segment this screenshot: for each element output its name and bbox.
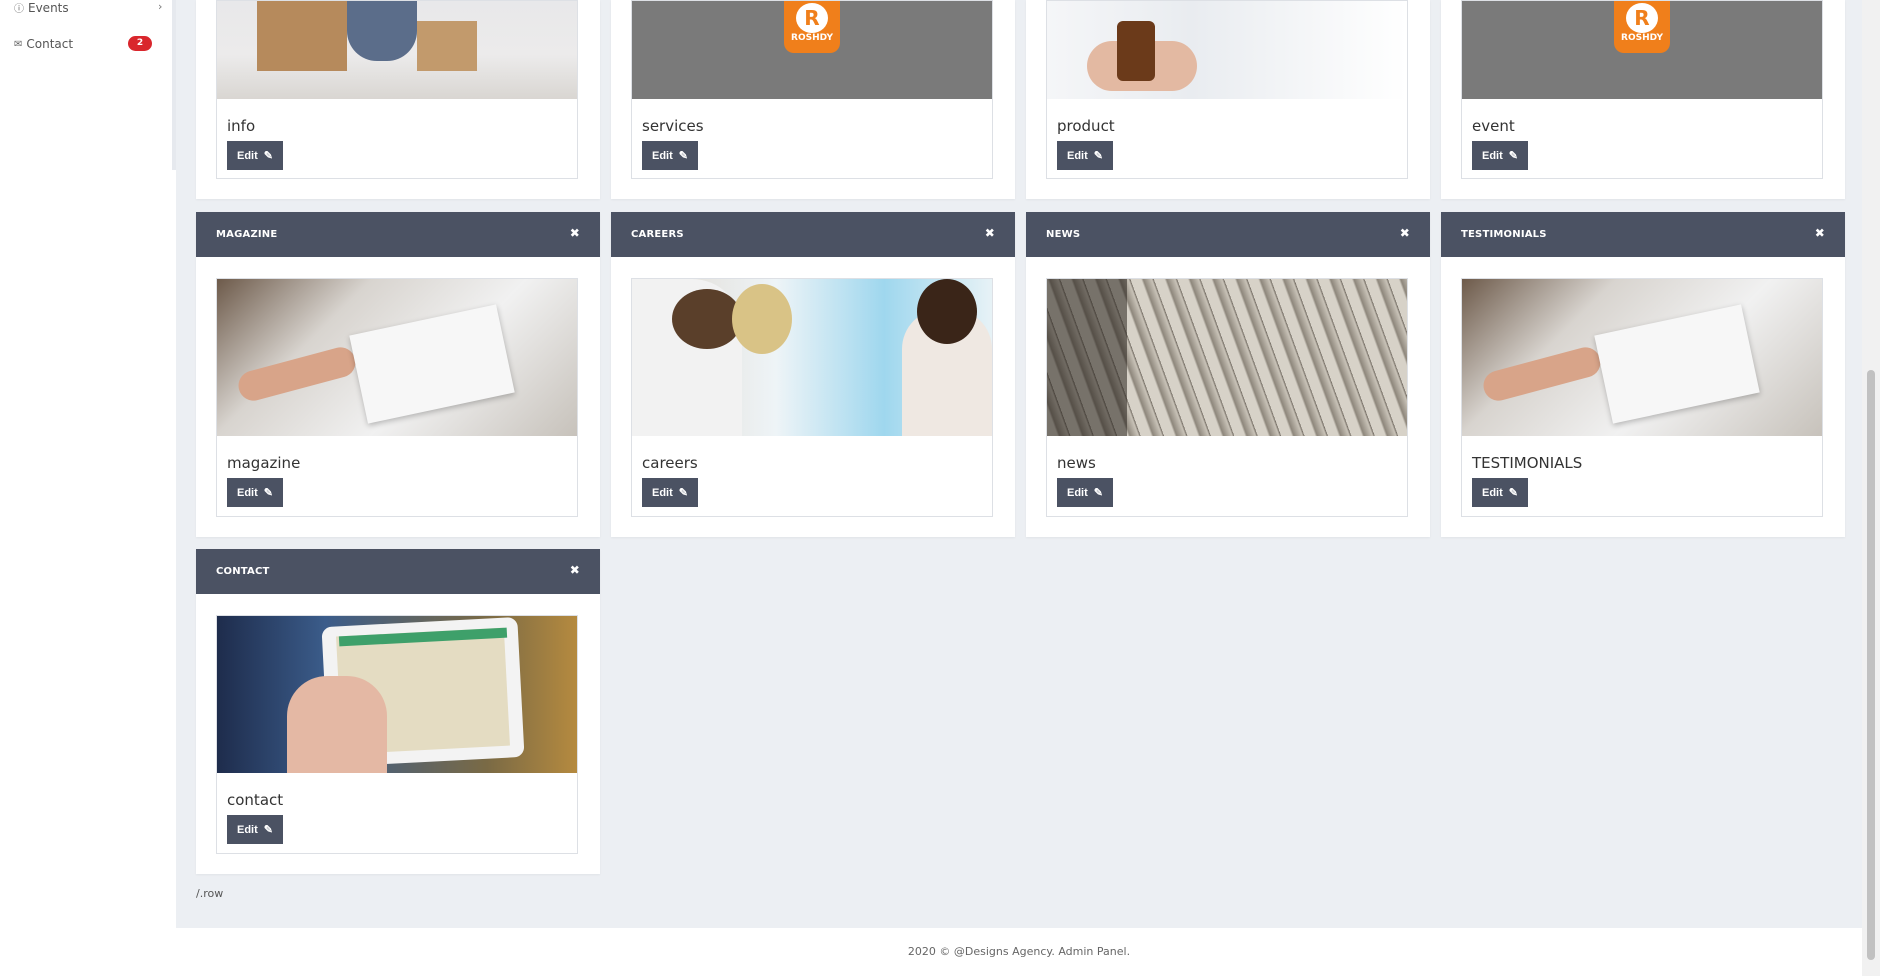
edit-icon: ✎	[678, 150, 688, 162]
card-event: R ROSHDY event Edit ✎	[1441, 0, 1845, 199]
card-news: NEWS ✖ news Edit ✎	[1026, 212, 1430, 537]
edit-icon: ✎	[1093, 150, 1103, 162]
scrollbar-thumb[interactable]	[1867, 370, 1875, 960]
card-title: contact	[227, 791, 284, 809]
info-circle-icon: ⓘ	[14, 4, 24, 15]
roshdy-logo: R ROSHDY	[784, 1, 840, 53]
card-title: careers	[642, 454, 698, 472]
card-title: news	[1057, 454, 1096, 472]
close-icon[interactable]: ✖	[570, 212, 580, 254]
card-contact: CONTACT ✖ contact Edit ✎	[196, 549, 600, 874]
footer: 2020 © @Designs Agency. Admin Panel.	[176, 928, 1862, 976]
card-services: R ROSHDY services Edit ✎	[611, 0, 1015, 199]
testimonials-image	[1462, 279, 1822, 436]
info-image	[217, 1, 577, 99]
card-title: services	[642, 117, 704, 135]
card-title: info	[227, 117, 256, 135]
sidebar-item-label: Contact	[26, 37, 74, 51]
close-icon[interactable]: ✖	[1400, 212, 1410, 254]
roshdy-logo: R ROSHDY	[1614, 1, 1670, 53]
vertical-scrollbar[interactable]	[1862, 0, 1880, 976]
edit-button[interactable]: Edit ✎	[642, 141, 698, 170]
edit-icon: ✎	[263, 150, 273, 162]
card-title: TESTIMONIALS	[1472, 454, 1583, 472]
edit-button[interactable]: Edit ✎	[227, 815, 283, 844]
edit-button[interactable]: Edit ✎	[1472, 141, 1528, 170]
row-comment-text: /.row	[196, 887, 224, 900]
card-product: product Edit ✎	[1026, 0, 1430, 199]
sidebar-item-label: Events	[28, 0, 69, 15]
card-header: MAGAZINE ✖	[196, 212, 600, 257]
sidebar: ⓘ Events › ✉ Contact 2	[0, 0, 176, 976]
card-title: event	[1472, 117, 1515, 135]
contact-image	[217, 616, 577, 773]
card-info: info Edit ✎	[196, 0, 600, 199]
card-title: product	[1057, 117, 1115, 135]
main-content: info Edit ✎ R ROSHDY services Edit ✎ pro…	[176, 0, 1862, 976]
edit-button[interactable]: Edit ✎	[227, 141, 283, 170]
news-image	[1047, 279, 1407, 436]
edit-icon: ✎	[1508, 150, 1518, 162]
close-icon[interactable]: ✖	[985, 212, 995, 254]
event-image: R ROSHDY	[1462, 1, 1822, 99]
card-careers: CAREERS ✖ careers Edit ✎	[611, 212, 1015, 537]
edit-icon: ✎	[263, 487, 273, 499]
product-image	[1047, 1, 1407, 99]
services-image: R ROSHDY	[632, 1, 992, 99]
card-header: CAREERS ✖	[611, 212, 1015, 257]
edit-icon: ✎	[1508, 487, 1518, 499]
edit-button[interactable]: Edit ✎	[1057, 478, 1113, 507]
edit-icon: ✎	[263, 824, 273, 836]
contact-count-badge: 2	[128, 36, 152, 51]
close-icon[interactable]: ✖	[1815, 212, 1825, 254]
edit-icon: ✎	[1093, 487, 1103, 499]
chevron-right-icon[interactable]: ›	[158, 0, 162, 13]
sidebar-item-events[interactable]: ⓘ Events	[14, 0, 69, 16]
card-header: CONTACT ✖	[196, 549, 600, 594]
card-testimonials: TESTIMONIALS ✖ TESTIMONIALS Edit ✎	[1441, 212, 1845, 537]
edit-button[interactable]: Edit ✎	[1472, 478, 1528, 507]
card-title: magazine	[227, 454, 301, 472]
card-magazine: MAGAZINE ✖ magazine Edit ✎	[196, 212, 600, 537]
sidebar-item-contact[interactable]: ✉ Contact	[14, 37, 73, 51]
card-header: NEWS ✖	[1026, 212, 1430, 257]
card-header: TESTIMONIALS ✖	[1441, 212, 1845, 257]
edit-button[interactable]: Edit ✎	[642, 478, 698, 507]
careers-image	[632, 279, 992, 436]
footer-text: 2020 © @Designs Agency. Admin Panel.	[907, 945, 1131, 958]
envelope-icon: ✉	[14, 38, 23, 50]
close-icon[interactable]: ✖	[570, 549, 580, 591]
edit-icon: ✎	[678, 487, 688, 499]
magazine-image	[217, 279, 577, 436]
edit-button[interactable]: Edit ✎	[227, 478, 283, 507]
edit-button[interactable]: Edit ✎	[1057, 141, 1113, 170]
